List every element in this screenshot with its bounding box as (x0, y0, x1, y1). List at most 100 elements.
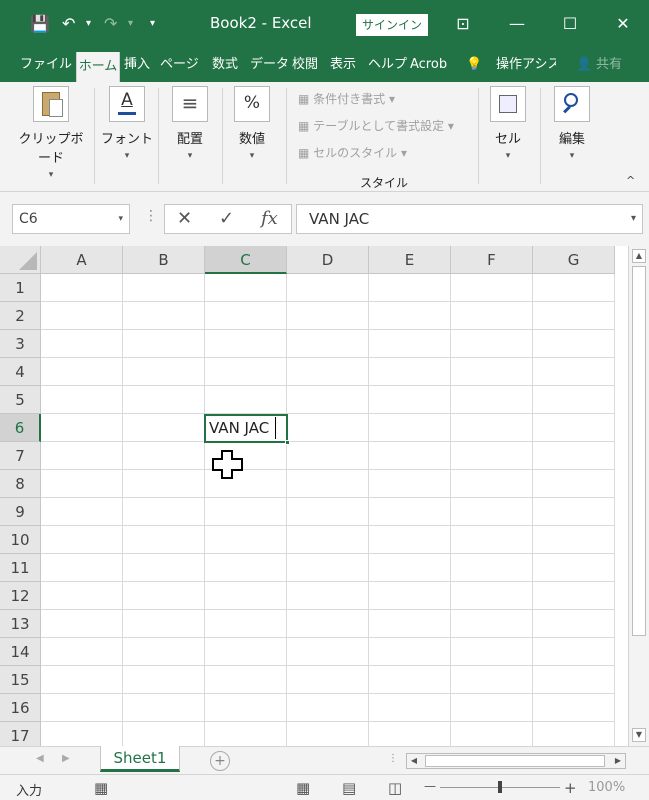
cell[interactable] (287, 722, 369, 746)
cell[interactable] (287, 470, 369, 498)
cell[interactable] (123, 666, 205, 694)
tab-page-layout[interactable]: ページ l (160, 48, 204, 82)
cell[interactable] (41, 498, 123, 526)
page-break-view-icon[interactable]: ◫ (388, 779, 402, 797)
row-header-12[interactable]: 12 (0, 582, 41, 610)
cell[interactable] (369, 274, 451, 302)
row-header-8[interactable]: 8 (0, 470, 41, 498)
row-header-1[interactable]: 1 (0, 274, 41, 302)
cell[interactable] (451, 442, 533, 470)
cell[interactable] (205, 610, 287, 638)
resize-handle-icon[interactable]: ⋮ (144, 208, 158, 224)
cell[interactable] (287, 498, 369, 526)
number-button[interactable]: % 数値 ▾ (228, 86, 276, 161)
cell[interactable] (41, 358, 123, 386)
fill-handle[interactable] (285, 440, 290, 445)
row-header-13[interactable]: 13 (0, 610, 41, 638)
cell[interactable] (369, 554, 451, 582)
scroll-up-icon[interactable]: ▲ (632, 249, 646, 263)
cell[interactable] (369, 470, 451, 498)
cell[interactable] (41, 722, 123, 746)
cell[interactable] (287, 554, 369, 582)
cell[interactable] (123, 722, 205, 746)
cell[interactable] (205, 274, 287, 302)
tell-me-search[interactable]: 操作アシス (496, 48, 556, 82)
cell[interactable] (41, 274, 123, 302)
cell[interactable] (533, 414, 615, 442)
spreadsheet-grid[interactable]: A B C D E F G 1 2 3 4 5 6 7 8 9 10 11 12 13 14 15 16 17 VAN JAC (0, 246, 628, 746)
undo-dropdown-icon[interactable]: ▾ (86, 12, 91, 36)
cell[interactable] (533, 302, 615, 330)
cell[interactable] (369, 386, 451, 414)
conditional-format-button[interactable]: ▦ 条件付き書式 ▾ (298, 90, 395, 107)
column-header-b[interactable]: B (123, 246, 205, 274)
cell[interactable] (287, 694, 369, 722)
row-header-9[interactable]: 9 (0, 498, 41, 526)
redo-icon[interactable]: ↷ (104, 12, 117, 36)
cell[interactable] (287, 330, 369, 358)
chevron-down-icon[interactable]: ▾ (118, 205, 123, 233)
cell[interactable] (369, 722, 451, 746)
cell[interactable] (533, 442, 615, 470)
cell[interactable] (41, 470, 123, 498)
cell[interactable] (123, 610, 205, 638)
column-header-g[interactable]: G (533, 246, 615, 274)
macro-record-icon[interactable]: ▦ (94, 779, 108, 797)
cell[interactable] (205, 554, 287, 582)
cell[interactable] (287, 358, 369, 386)
name-box[interactable]: C6 ▾ (12, 204, 130, 234)
column-header-c[interactable]: C (205, 246, 287, 274)
share-button[interactable]: 共有 (596, 48, 622, 82)
tab-review[interactable]: 校閲 (292, 48, 318, 82)
clipboard-button[interactable]: クリップボード ▾ (14, 86, 88, 180)
cell[interactable] (451, 330, 533, 358)
column-header-d[interactable]: D (287, 246, 369, 274)
cell[interactable] (451, 582, 533, 610)
cell-styles-button[interactable]: ▦ セルのスタイル ▾ (298, 144, 407, 161)
tab-data[interactable]: データ (250, 48, 289, 82)
maximize-icon[interactable]: ☐ (555, 12, 585, 36)
cell[interactable] (451, 498, 533, 526)
cell[interactable] (123, 442, 205, 470)
scroll-left-icon[interactable]: ◀ (407, 754, 421, 768)
share-icon[interactable]: 👤 (576, 48, 592, 82)
cell[interactable] (369, 526, 451, 554)
sheet-next-icon[interactable]: ▶ (62, 753, 70, 764)
cell[interactable] (287, 610, 369, 638)
column-header-e[interactable]: E (369, 246, 451, 274)
cancel-icon[interactable]: ✕ (177, 208, 192, 229)
cell[interactable] (451, 666, 533, 694)
collapse-ribbon-icon[interactable]: ^ (626, 174, 635, 187)
cell[interactable] (123, 638, 205, 666)
font-button[interactable]: A フォント ▾ (100, 86, 154, 161)
cell[interactable] (533, 498, 615, 526)
cell[interactable] (41, 610, 123, 638)
cell[interactable] (369, 694, 451, 722)
cell[interactable] (41, 526, 123, 554)
row-header-14[interactable]: 14 (0, 638, 41, 666)
cell[interactable] (41, 694, 123, 722)
page-layout-view-icon[interactable]: ▤ (342, 779, 356, 797)
cell[interactable] (451, 414, 533, 442)
cell[interactable] (533, 470, 615, 498)
cell[interactable] (123, 358, 205, 386)
cell[interactable] (533, 330, 615, 358)
signin-button[interactable]: サインイン (356, 14, 428, 36)
lightbulb-icon[interactable]: 💡 (466, 48, 482, 82)
cell[interactable] (533, 722, 615, 746)
select-all-button[interactable] (0, 246, 41, 274)
horizontal-scrollbar[interactable]: ◀ ▶ (406, 753, 626, 769)
cell[interactable] (287, 638, 369, 666)
cell[interactable] (533, 666, 615, 694)
cell[interactable] (369, 330, 451, 358)
vertical-scroll-thumb[interactable] (632, 266, 646, 636)
cell[interactable] (451, 274, 533, 302)
cell[interactable] (205, 498, 287, 526)
customize-qat-icon[interactable]: ▾ (150, 12, 155, 36)
editing-button[interactable]: 編集 ▾ (550, 86, 594, 161)
cell[interactable] (451, 470, 533, 498)
cell[interactable] (287, 302, 369, 330)
row-header-5[interactable]: 5 (0, 386, 41, 414)
zoom-slider-thumb[interactable] (498, 781, 502, 793)
cell[interactable] (369, 302, 451, 330)
